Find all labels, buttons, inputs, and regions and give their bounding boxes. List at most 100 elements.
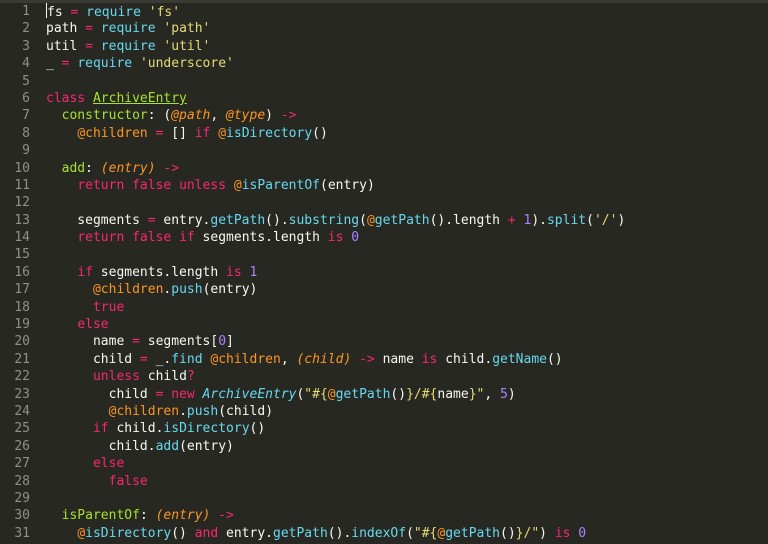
token-pln: entry.	[218, 526, 273, 541]
token-pln: _.	[148, 352, 171, 367]
token-pln	[187, 526, 195, 541]
token-pln	[46, 456, 93, 471]
code-line[interactable]: unless child?	[46, 368, 768, 385]
token-pln: name	[46, 334, 132, 349]
token-pun: )	[250, 282, 258, 297]
token-this: @children	[210, 352, 280, 367]
token-pln	[46, 369, 93, 384]
code-line[interactable]: return false unless @isParentOf(entry)	[46, 177, 768, 194]
line-number: 14	[0, 229, 30, 246]
token-pln	[171, 178, 179, 193]
token-pln	[351, 352, 359, 367]
token-call: getPath	[375, 213, 430, 228]
code-line[interactable]: isParentOf: (entry) ->	[46, 507, 768, 524]
code-line[interactable]: else	[46, 455, 768, 472]
token-kw: return	[77, 178, 124, 193]
code-line[interactable]	[46, 73, 768, 90]
token-pun: ()	[312, 126, 328, 141]
code-line[interactable]: fs = require 'fs'	[46, 3, 768, 20]
token-str: '/'	[594, 213, 617, 228]
token-pln: entry	[187, 439, 226, 454]
token-kw: unless	[93, 369, 140, 384]
line-number: 10	[0, 160, 30, 177]
code-line[interactable]	[46, 246, 768, 263]
token-call: require	[86, 5, 141, 20]
code-line[interactable]: return false if segments.length is 0	[46, 229, 768, 246]
token-pln	[46, 404, 109, 419]
token-pln	[46, 265, 77, 280]
token-kw: if	[179, 230, 195, 245]
code-line[interactable]: if child.isDirectory()	[46, 420, 768, 437]
token-op: =	[148, 213, 156, 228]
code-line[interactable]: child = _.find @children, (child) -> nam…	[46, 351, 768, 368]
token-call: add	[156, 439, 179, 454]
code-line[interactable]: segments = entry.getPath().substring(@ge…	[46, 212, 768, 229]
code-line[interactable]: class ArchiveEntry	[46, 90, 768, 107]
code-line[interactable]	[46, 142, 768, 159]
code-line[interactable]: true	[46, 299, 768, 316]
line-number: 31	[0, 525, 30, 542]
token-param: @type	[226, 108, 265, 123]
line-number: 15	[0, 246, 30, 263]
token-pln	[242, 265, 250, 280]
code-line[interactable]: util = require 'util'	[46, 38, 768, 55]
token-pln: child.	[46, 439, 156, 454]
code-line[interactable]: name = segments[0]	[46, 333, 768, 350]
token-pln	[46, 300, 93, 315]
line-number: 6	[0, 90, 30, 107]
line-number: 17	[0, 281, 30, 298]
token-pln	[85, 91, 93, 106]
token-num: 0	[351, 230, 359, 245]
token-pun: (	[218, 404, 226, 419]
code-line[interactable]	[46, 490, 768, 507]
line-number: 12	[0, 194, 30, 211]
token-pun: (	[320, 178, 328, 193]
token-this: @children	[93, 282, 163, 297]
token-pun: ()	[390, 387, 406, 402]
token-call: require	[77, 56, 132, 71]
token-call: isDirectory	[226, 126, 312, 141]
token-call: find	[171, 352, 202, 367]
code-area[interactable]: fs = require 'fs'path = require 'path'ut…	[40, 3, 768, 544]
code-line[interactable]	[46, 194, 768, 211]
token-call: getPath	[210, 213, 265, 228]
token-call: getPath	[273, 526, 328, 541]
code-line[interactable]: child = new ArchiveEntry("#{@getPath()}/…	[46, 386, 768, 403]
token-pln: segments	[140, 334, 210, 349]
code-line[interactable]: constructor: (@path, @type) ->	[46, 107, 768, 124]
code-line[interactable]: child.add(entry)	[46, 438, 768, 455]
line-number: 4	[0, 55, 30, 72]
token-kw: if	[93, 421, 109, 436]
code-line[interactable]: path = require 'path'	[46, 20, 768, 37]
token-pun: :	[148, 108, 156, 123]
token-pln	[46, 421, 93, 436]
token-pln: length	[453, 213, 508, 228]
token-kw: and	[195, 526, 218, 541]
token-this: @	[328, 387, 336, 402]
token-num: 1	[250, 265, 258, 280]
token-pln: child	[140, 369, 187, 384]
code-line[interactable]: @children.push(entry)	[46, 281, 768, 298]
line-number: 28	[0, 473, 30, 490]
token-this: @children	[77, 126, 147, 141]
token-kw: false	[132, 230, 171, 245]
token-cls: ArchiveEntry	[93, 91, 187, 106]
code-line[interactable]: add: (entry) ->	[46, 160, 768, 177]
code-line[interactable]: @children = [] if @isDirectory()	[46, 125, 768, 142]
code-editor[interactable]: 1234567891011121314151617181920212223242…	[0, 3, 768, 544]
code-line[interactable]: else	[46, 316, 768, 333]
token-pun: ).	[531, 213, 547, 228]
line-number: 24	[0, 403, 30, 420]
token-pln	[78, 5, 86, 20]
token-pln	[93, 39, 101, 54]
token-pln	[516, 213, 524, 228]
code-line[interactable]: _ = require 'underscore'	[46, 55, 768, 72]
token-param: (entry)	[101, 161, 156, 176]
token-kw: return	[77, 230, 124, 245]
token-kw: if	[195, 126, 211, 141]
code-line[interactable]: @children.push(child)	[46, 403, 768, 420]
code-line[interactable]: if segments.length is 1	[46, 264, 768, 281]
token-pln: segments	[46, 213, 148, 228]
code-line[interactable]: false	[46, 473, 768, 490]
code-line[interactable]: @isDirectory() and entry.getPath().index…	[46, 525, 768, 542]
